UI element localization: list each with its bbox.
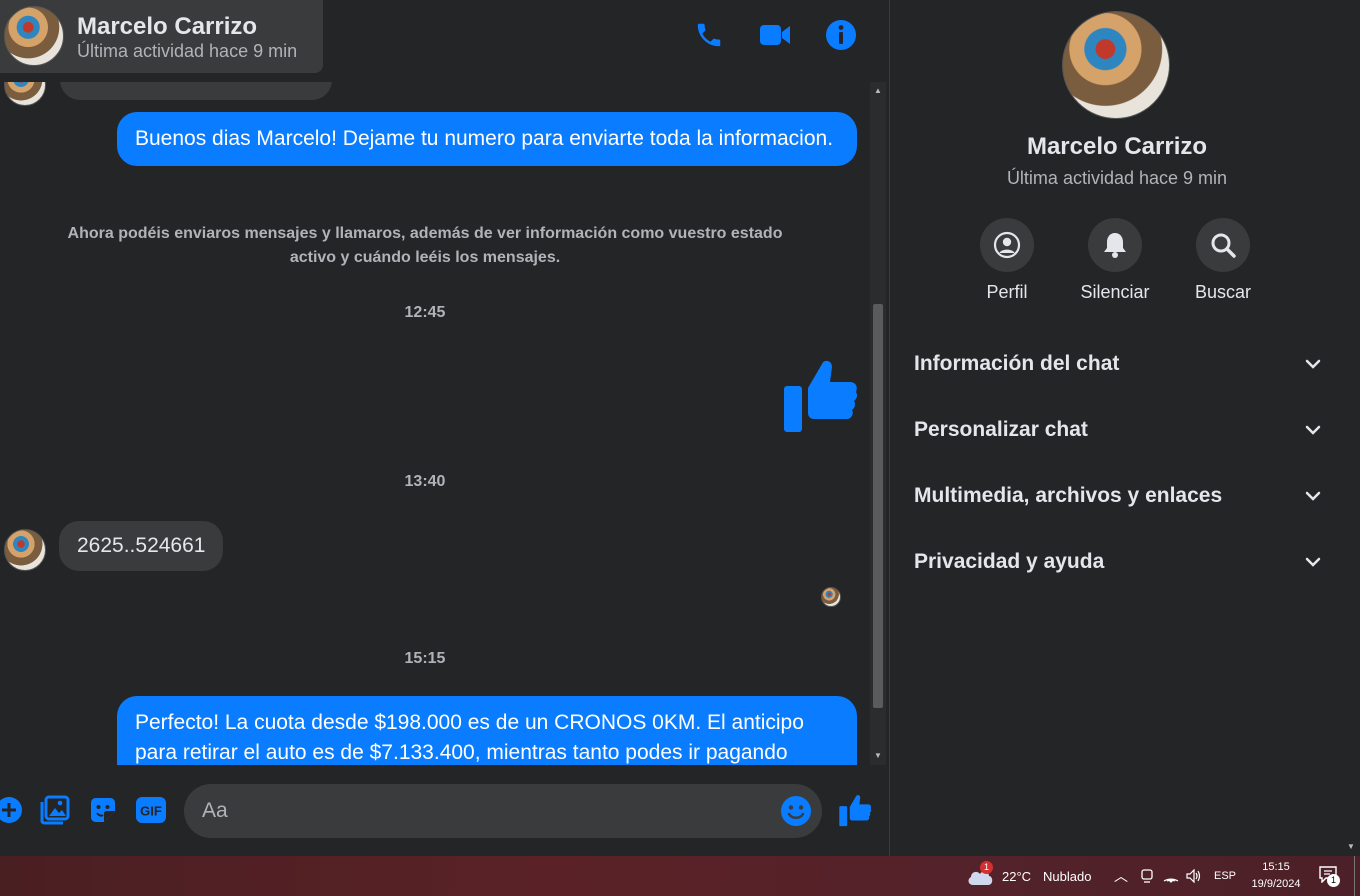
scroll-down-arrow-icon[interactable]: ▼ <box>1347 842 1355 851</box>
chat-scrollbar[interactable]: ▲ ▼ <box>870 82 886 765</box>
show-hidden-icons-button[interactable]: ︿ <box>1114 856 1128 896</box>
cloud-icon: 1 <box>966 861 994 887</box>
meet-now-icon[interactable] <box>1140 856 1154 896</box>
scroll-thumb[interactable] <box>873 304 883 708</box>
info-icon <box>826 20 856 50</box>
section-privacy-help[interactable]: Privacidad y ayuda <box>914 542 1322 582</box>
volume-icon[interactable] <box>1186 856 1202 896</box>
bell-icon <box>1104 233 1126 258</box>
mute-button-circle <box>1088 218 1142 272</box>
chevron-up-icon: ︿ <box>1114 868 1128 884</box>
contact-avatar-small <box>4 82 46 106</box>
clock-time: 15:15 <box>1262 861 1290 873</box>
contact-avatar-large[interactable] <box>1062 11 1170 119</box>
mute-button[interactable]: Silenciar <box>1065 218 1165 303</box>
info-scrollbar[interactable]: ▼ <box>1343 0 1360 856</box>
section-chat-info[interactable]: Información del chat <box>914 344 1322 384</box>
message-incoming-partial <box>60 82 332 100</box>
timestamp: 13:40 <box>404 473 446 490</box>
message-text: Buenos dias Marcelo! Dejame tu numero pa… <box>135 127 834 150</box>
attach-image-button[interactable] <box>38 793 72 827</box>
chevron-down-icon <box>1305 425 1321 435</box>
windows-taskbar: 1 22°C Nublado ︿ ESP 15:15 19/9/2024 1 <box>0 856 1360 896</box>
gif-button[interactable]: GIF <box>134 793 168 827</box>
contact-avatar-small <box>4 529 46 571</box>
notifications-button[interactable]: 1 <box>1318 856 1340 896</box>
weather-description: Nublado <box>1043 868 1092 884</box>
message-input-container[interactable] <box>184 784 822 838</box>
send-like-button[interactable] <box>838 793 872 827</box>
show-desktop-button[interactable] <box>1354 856 1360 896</box>
contact-name: Marcelo Carrizo <box>1026 133 1208 160</box>
conversation-info-button[interactable] <box>822 16 860 54</box>
gif-icon: GIF <box>136 797 166 823</box>
contact-avatar[interactable] <box>4 6 64 66</box>
thumbs-up-icon <box>784 360 858 432</box>
section-customize-chat[interactable]: Personalizar chat <box>914 410 1322 450</box>
timestamp: 12:45 <box>404 304 446 321</box>
profile-button[interactable]: Perfil <box>957 218 1057 303</box>
gallery-icon <box>40 795 70 825</box>
message-text: 2625..524661 <box>77 534 206 557</box>
message-input[interactable] <box>202 784 762 838</box>
notification-icon: 1 <box>1318 865 1340 887</box>
chat-panel: Buenos dias Marcelo! Dejame tu numero pa… <box>0 0 888 856</box>
profile-button-circle <box>980 218 1034 272</box>
search-button-circle <box>1196 218 1250 272</box>
section-label: Multimedia, archivos y enlaces <box>914 484 1223 507</box>
svg-text:GIF: GIF <box>140 804 162 819</box>
plus-circle-icon <box>0 797 22 823</box>
chevron-down-icon <box>1305 491 1321 501</box>
profile-icon <box>993 231 1021 259</box>
thumbs-up-icon <box>839 795 872 827</box>
weather-widget[interactable]: 1 22°C Nublado <box>966 856 1091 896</box>
more-actions-button[interactable] <box>0 793 26 827</box>
video-camera-icon <box>760 25 790 45</box>
message-list[interactable]: Buenos dias Marcelo! Dejame tu numero pa… <box>0 82 870 765</box>
search-label: Buscar <box>1194 282 1252 302</box>
message-outgoing[interactable]: Perfecto! La cuota desde $198.000 es de … <box>117 696 857 765</box>
contact-card[interactable]: Marcelo Carrizo Última actividad hace 9 … <box>0 0 323 73</box>
weather-temp: 22°C <box>1002 868 1032 884</box>
contact-name: Marcelo Carrizo <box>77 13 258 40</box>
voice-call-button[interactable] <box>690 16 728 54</box>
notification-count: 1 <box>1327 874 1340 887</box>
language-indicator[interactable]: ESP <box>1214 856 1236 896</box>
section-label: Privacidad y ayuda <box>914 550 1105 573</box>
scroll-down-arrow-icon[interactable]: ▼ <box>873 751 883 761</box>
contact-status: Última actividad hace 9 min <box>77 41 298 61</box>
section-label: Personalizar chat <box>914 418 1088 441</box>
emoji-button[interactable] <box>780 795 812 827</box>
phone-icon <box>697 23 721 47</box>
message-composer: GIF <box>0 765 888 856</box>
message-incoming[interactable]: 2625..524661 <box>59 521 224 571</box>
section-label: Información del chat <box>914 352 1120 375</box>
contact-status: Última actividad hace 9 min <box>1006 168 1228 188</box>
sticker-button[interactable] <box>86 793 120 827</box>
thumbs-up-message[interactable] <box>782 356 858 434</box>
search-icon <box>1211 233 1236 258</box>
mute-label: Silenciar <box>1080 282 1150 302</box>
message-outgoing[interactable]: Buenos dias Marcelo! Dejame tu numero pa… <box>117 112 857 166</box>
system-notice: Ahora podéis enviaros mensajes y llamaro… <box>67 225 783 266</box>
chevron-down-icon <box>1305 359 1321 369</box>
smiley-icon <box>781 796 811 826</box>
sticker-icon <box>91 798 115 822</box>
section-media-files-links[interactable]: Multimedia, archivos y enlaces <box>914 476 1322 516</box>
profile-label: Perfil <box>986 282 1028 302</box>
wifi-icon[interactable] <box>1163 856 1179 896</box>
chevron-down-icon <box>1305 557 1321 567</box>
weather-badge: 1 <box>980 861 993 874</box>
timestamp: 15:15 <box>404 650 446 667</box>
scroll-up-arrow-icon[interactable]: ▲ <box>873 86 883 96</box>
chat-header: Marcelo Carrizo Última actividad hace 9 … <box>0 0 888 82</box>
search-button[interactable]: Buscar <box>1173 218 1273 303</box>
message-text: Perfecto! La cuota desde $198.000 es de … <box>135 711 804 764</box>
clock-date: 19/9/2024 <box>1251 878 1301 890</box>
clock[interactable]: 15:15 19/9/2024 <box>1244 859 1308 893</box>
read-receipt-avatar <box>821 587 841 607</box>
video-call-button[interactable] <box>756 16 794 54</box>
conversation-info-panel: Marcelo Carrizo Última actividad hace 9 … <box>889 0 1360 856</box>
